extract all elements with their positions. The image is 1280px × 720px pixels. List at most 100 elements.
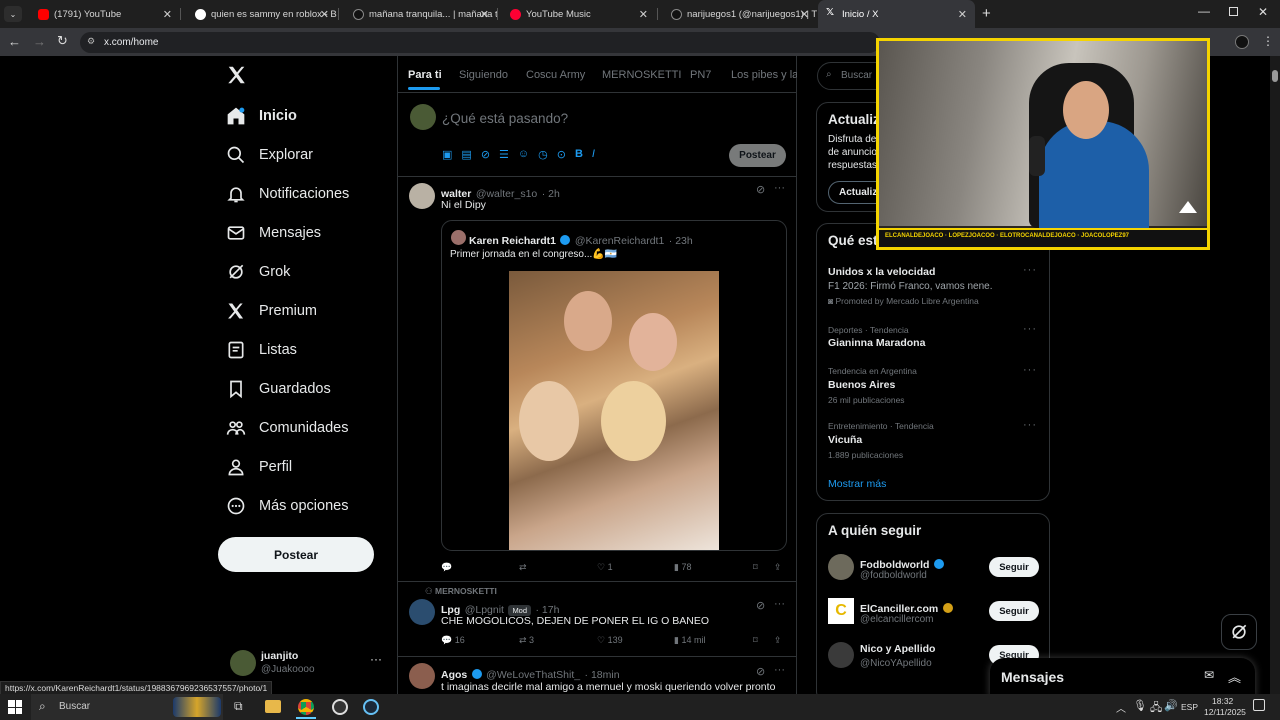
- tab-mernosketti[interactable]: MERNOSKETTI: [602, 69, 681, 81]
- tab-tiktok-profile[interactable]: narijuegos1 (@narijuegos1) | Ti ✕: [657, 0, 817, 28]
- tweet[interactable]: walter @walter_s1o · 2h ⊘ ··· Ni el Dipy…: [398, 177, 796, 581]
- more-icon[interactable]: ···: [1023, 364, 1037, 376]
- close-tab-icon[interactable]: ✕: [800, 8, 809, 21]
- emoji-icon[interactable]: ☺: [518, 148, 529, 161]
- tab-google-search[interactable]: quien es sammy en roblox - Bu ✕: [181, 0, 337, 28]
- trend-item[interactable]: Unidos x la velocidad F1 2026: Firmó Fra…: [817, 264, 1049, 314]
- bookmark-button[interactable]: ⌑: [753, 562, 758, 573]
- clock-time[interactable]: 18:32: [1212, 696, 1233, 706]
- bold-icon[interactable]: B: [575, 148, 583, 161]
- close-tab-icon[interactable]: ✕: [958, 8, 967, 21]
- views-button[interactable]: ▮ 78: [674, 562, 691, 573]
- tab-coscu-army[interactable]: Coscu Army: [526, 69, 585, 81]
- nav-profile[interactable]: Perfil: [226, 452, 292, 482]
- follow-button[interactable]: Seguir: [989, 557, 1039, 577]
- trend-item[interactable]: Entretenimiento · Tendencia Vicuña 1.889…: [817, 419, 1049, 465]
- scrollbar-thumb[interactable]: [1272, 70, 1278, 82]
- nav-communities[interactable]: Comunidades: [226, 413, 348, 443]
- follow-button[interactable]: Seguir: [989, 601, 1039, 621]
- more-icon[interactable]: ···: [774, 182, 785, 194]
- composer-input[interactable]: ¿Qué está pasando?: [442, 111, 568, 126]
- tab-x-home[interactable]: 𝕏 Inicio / X ✕: [818, 0, 975, 28]
- minimize-button[interactable]: —: [1198, 4, 1210, 18]
- nav-premium[interactable]: Premium: [226, 296, 317, 326]
- close-tab-icon[interactable]: ✕: [163, 8, 172, 21]
- notifications-icon[interactable]: [1253, 699, 1265, 711]
- reload-button[interactable]: ↻: [57, 33, 68, 49]
- address-bar[interactable]: ⚙ x.com/home: [80, 32, 880, 53]
- tab-tiktok[interactable]: mañana tranquila... | mañana t ✕: [339, 0, 497, 28]
- nav-bookmarks[interactable]: Guardados: [226, 374, 331, 404]
- trend-item[interactable]: Tendencia en Argentina Buenos Aires 26 m…: [817, 364, 1049, 410]
- tab-youtube-music[interactable]: YouTube Music ✕: [496, 0, 656, 28]
- retweet-button[interactable]: ⇄: [519, 562, 527, 573]
- obs-icon[interactable]: [332, 699, 348, 715]
- reply-button[interactable]: 💬 16: [441, 635, 465, 646]
- bookmark-button[interactable]: ⌑: [753, 635, 758, 646]
- task-view-icon[interactable]: ⧉: [234, 699, 243, 714]
- profile-avatar[interactable]: [1235, 35, 1249, 49]
- quoted-tweet[interactable]: Karen Reichardt1 @KarenReichardt1 · 23h …: [441, 220, 787, 551]
- image-icon[interactable]: ▣: [442, 148, 452, 161]
- taskbar-search[interactable]: ⌕ Buscar: [31, 694, 223, 720]
- reply-button[interactable]: 💬: [441, 562, 452, 573]
- close-tab-icon[interactable]: ✕: [480, 8, 489, 21]
- like-button[interactable]: ♡ 1: [597, 562, 613, 573]
- nav-notifications[interactable]: Notificaciones: [226, 179, 349, 209]
- clock-date[interactable]: 12/11/2025: [1204, 707, 1246, 717]
- start-button[interactable]: [8, 700, 22, 714]
- maximize-button[interactable]: [1229, 7, 1238, 16]
- nav-lists[interactable]: Listas: [226, 335, 297, 365]
- author-handle[interactable]: @WeLoveThatShit_: [486, 669, 580, 681]
- nav-grok[interactable]: Grok: [226, 257, 290, 287]
- tweet-time[interactable]: · 2h: [542, 188, 560, 200]
- microphone-icon[interactable]: 🎙: [1133, 699, 1147, 712]
- avatar[interactable]: [409, 599, 435, 625]
- avatar[interactable]: [409, 663, 435, 689]
- more-icon[interactable]: ···: [1023, 323, 1037, 335]
- share-button[interactable]: ⇪: [774, 635, 782, 646]
- language-indicator[interactable]: ESP: [1181, 702, 1198, 712]
- avatar[interactable]: [409, 183, 435, 209]
- grok-icon[interactable]: ⊘: [481, 148, 490, 161]
- post-button[interactable]: Postear: [218, 537, 374, 572]
- close-tab-icon[interactable]: ✕: [320, 8, 329, 21]
- location-icon[interactable]: ⊙: [557, 148, 566, 161]
- forward-button[interactable]: →: [33, 34, 46, 49]
- retweet-button[interactable]: ⇄ 3: [519, 635, 534, 646]
- tray-chevron-icon[interactable]: ︿: [1116, 700, 1126, 715]
- site-info-icon[interactable]: ⚙: [87, 36, 95, 47]
- like-button[interactable]: ♡ 139: [597, 635, 623, 646]
- volume-icon[interactable]: 🔊: [1164, 699, 1178, 712]
- trend-item[interactable]: Deportes · Tendencia Gianinna Maradona ·…: [817, 323, 1049, 359]
- nav-home[interactable]: Inicio: [226, 101, 297, 131]
- messages-drawer[interactable]: Mensajes ✉ ︽: [990, 658, 1255, 694]
- tab-following[interactable]: Siguiendo: [459, 69, 508, 81]
- close-tab-icon[interactable]: ✕: [639, 8, 648, 21]
- follow-item[interactable]: C ElCanciller.com @elcancillercom Seguir: [817, 596, 1049, 632]
- schedule-icon[interactable]: ◷: [538, 148, 548, 161]
- tab-youtube[interactable]: (1791) YouTube ✕: [24, 0, 180, 28]
- more-icon[interactable]: ···: [774, 598, 785, 610]
- nav-messages[interactable]: Mensajes: [226, 218, 321, 248]
- italic-icon[interactable]: I: [592, 148, 595, 161]
- share-button[interactable]: ⇪: [774, 562, 782, 573]
- grok-icon[interactable]: ⊘: [756, 599, 765, 612]
- network-icon[interactable]: 🖧: [1150, 699, 1162, 718]
- chevron-up-icon[interactable]: ︽: [1228, 667, 1241, 686]
- tweet-time[interactable]: · 18min: [585, 669, 620, 681]
- gif-icon[interactable]: ▤: [461, 148, 471, 161]
- page-scrollbar[interactable]: [1270, 56, 1280, 694]
- tweet[interactable]: ⚇ MERNOSKETTI Lpg @Lpgnit Mod · 17h ⊘ ··…: [398, 582, 796, 656]
- tab-for-you[interactable]: Para ti: [408, 69, 442, 81]
- follow-item[interactable]: Fodboldworld @fodboldworld Seguir: [817, 552, 1049, 588]
- author-name[interactable]: Agos: [441, 669, 467, 681]
- tab-pn7[interactable]: PN7: [690, 69, 711, 81]
- chrome-icon[interactable]: [298, 699, 314, 715]
- new-message-icon[interactable]: ✉: [1204, 668, 1214, 682]
- grok-icon[interactable]: ⊘: [756, 183, 765, 196]
- show-more-link[interactable]: Mostrar más: [828, 478, 886, 490]
- more-icon[interactable]: ···: [1023, 419, 1037, 431]
- close-window-button[interactable]: ✕: [1258, 5, 1268, 19]
- nav-explore[interactable]: Explorar: [226, 140, 313, 170]
